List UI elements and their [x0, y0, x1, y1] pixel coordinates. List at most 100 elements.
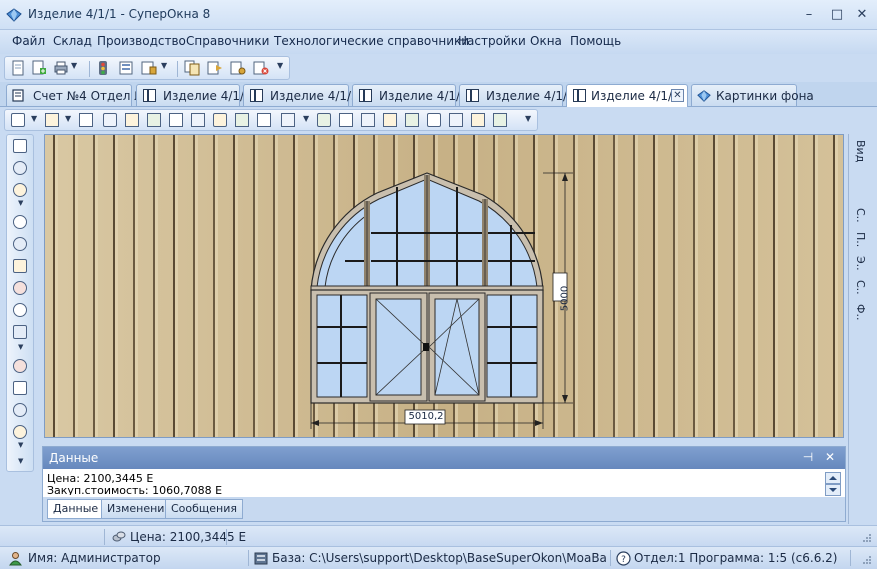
side-tab-3[interactable]: Э.. — [854, 256, 867, 271]
refresh-icon[interactable] — [169, 113, 183, 127]
frame-dropdown-icon[interactable]: ▼ — [31, 114, 37, 123]
tab-data[interactable]: Данные — [47, 499, 105, 519]
arc-icon[interactable] — [361, 113, 375, 127]
window-icon[interactable] — [427, 113, 441, 127]
ruler-dropdown-icon[interactable]: ▼ — [303, 114, 309, 123]
add-document-icon[interactable] — [31, 60, 47, 76]
close-window-button[interactable]: ✕ — [851, 6, 873, 24]
zoom-icon[interactable] — [13, 325, 27, 339]
zoom-dropdown-icon[interactable]: ▼ — [18, 343, 23, 351]
print-icon[interactable] — [53, 60, 69, 76]
chart-document-icon[interactable] — [141, 60, 157, 76]
delete-window-icon[interactable] — [449, 113, 463, 127]
title-bar: Изделие 4/1/1 - СуперОкна 8 – □ ✕ — [0, 0, 877, 30]
tab-invoice[interactable]: Счет №4 Отдел №1 — [6, 84, 154, 106]
traffic-light-icon[interactable] — [95, 60, 111, 76]
price-icon[interactable] — [13, 359, 27, 373]
menu-settings[interactable]: Настройки — [458, 34, 526, 48]
tab-item-4-1-2[interactable]: Изделие 4/1/2 — [459, 84, 575, 106]
print-dropdown-icon[interactable]: ▼ — [71, 61, 77, 70]
window-drawing[interactable] — [45, 135, 844, 438]
align-icon[interactable] — [235, 113, 249, 127]
minimize-button[interactable]: – — [798, 6, 820, 24]
shape-icon[interactable] — [383, 113, 397, 127]
menu-windows[interactable]: Окна — [530, 34, 562, 48]
sash-dropdown-icon[interactable]: ▼ — [65, 114, 71, 123]
sash-icon[interactable] — [45, 113, 59, 127]
tab-item-4-1-3[interactable]: Изделие 4/1/3 — [136, 84, 252, 106]
toolbar-overflow-icon[interactable]: ▼ — [277, 61, 283, 70]
transform-icon[interactable] — [13, 237, 27, 251]
save-icon[interactable] — [13, 139, 27, 153]
tab-close-button[interactable]: ✕ — [671, 89, 684, 102]
plank-seam — [633, 135, 635, 437]
tab-item-4-1-4[interactable]: Изделие 4/1/4 — [352, 84, 468, 106]
menu-warehouse[interactable]: Склад — [53, 34, 92, 48]
mullion-icon[interactable] — [405, 113, 419, 127]
remove-profile-icon[interactable] — [125, 113, 139, 127]
menu-help[interactable]: Помощь — [570, 34, 621, 48]
tab-item-4-1-5[interactable]: Изделие 4/1/5 — [243, 84, 359, 106]
copy-document-icon[interactable] — [184, 60, 200, 76]
more-dropdown-icon[interactable]: ▼ — [525, 114, 531, 123]
edit-icon[interactable] — [13, 183, 27, 197]
delete-document-icon[interactable] — [253, 60, 269, 76]
scroll-down-icon[interactable]: ▼ — [18, 457, 23, 465]
layers-icon[interactable] — [13, 403, 27, 417]
menu-production[interactable]: Производство — [97, 34, 186, 48]
plank-seam — [113, 135, 115, 437]
status-separator — [226, 529, 227, 545]
side-tab-2[interactable]: П.. — [854, 232, 867, 247]
side-tab-4[interactable]: С.. — [854, 280, 867, 295]
save-as-icon[interactable] — [13, 161, 27, 175]
mirror-icon[interactable] — [191, 113, 205, 127]
grid-icon[interactable] — [471, 113, 485, 127]
split-icon[interactable] — [213, 113, 227, 127]
redo-icon[interactable] — [13, 303, 27, 317]
add-profile-icon[interactable] — [103, 113, 117, 127]
move-icon[interactable] — [13, 259, 27, 273]
drawing-canvas[interactable]: 5000 5010,2 — [44, 134, 844, 438]
tab-item-4-1-1[interactable]: Изделие 4/1/1 ✕ — [566, 84, 688, 107]
document-icon — [12, 89, 24, 102]
ruler-icon[interactable] — [281, 113, 295, 127]
list-document-icon[interactable] — [118, 60, 134, 76]
chart-dropdown-icon[interactable]: ▼ — [161, 61, 167, 70]
delete-element-icon[interactable] — [79, 113, 93, 127]
menu-file[interactable]: Файл — [12, 34, 45, 48]
undo-icon[interactable] — [13, 281, 27, 295]
new-document-icon[interactable] — [10, 60, 26, 76]
plank-seam — [773, 135, 775, 437]
dome-icon[interactable] — [339, 113, 353, 127]
data-panel-tabs: Данные Изменения Сообщения — [43, 497, 845, 521]
copy-icon[interactable] — [13, 215, 27, 229]
plank-seam — [753, 135, 755, 437]
more-dropdown-icon[interactable]: ▼ — [18, 199, 23, 207]
plank-highlight — [75, 135, 78, 437]
pin-button[interactable]: ⊣ — [801, 450, 815, 464]
data-panel-scrollbar[interactable] — [825, 472, 841, 496]
copy-element-icon[interactable] — [147, 113, 161, 127]
edit-grid-icon[interactable] — [493, 113, 507, 127]
properties-dropdown-icon[interactable]: ▼ — [18, 441, 23, 449]
properties-icon[interactable] — [13, 425, 27, 439]
column-icon[interactable] — [257, 113, 271, 127]
menu-tech-directories[interactable]: Технологические справочники — [274, 34, 469, 48]
editor-toolbar: ▼ ▼ ▼ ▼ — [4, 109, 538, 131]
export-document-icon[interactable] — [207, 60, 223, 76]
status-user: Имя: Администратор — [28, 551, 161, 565]
side-tab-5[interactable]: Ф.. — [854, 304, 867, 320]
maximize-button[interactable]: □ — [826, 6, 848, 24]
side-tab-1[interactable]: С.. — [854, 208, 867, 223]
add-item-icon[interactable] — [13, 381, 27, 395]
arch-icon[interactable] — [317, 113, 331, 127]
menu-directories[interactable]: Справочники — [186, 34, 269, 48]
tab-background-images[interactable]: Картинки фона — [691, 84, 814, 106]
tab-messages[interactable]: Сообщения — [165, 499, 244, 519]
settings-document-icon[interactable] — [230, 60, 246, 76]
side-tab-view[interactable]: Вид — [854, 140, 867, 162]
plank-highlight — [575, 135, 578, 437]
insert-frame-icon[interactable] — [11, 113, 25, 127]
data-panel-close-button[interactable]: ✕ — [823, 450, 837, 464]
handle-icon[interactable] — [423, 343, 429, 351]
